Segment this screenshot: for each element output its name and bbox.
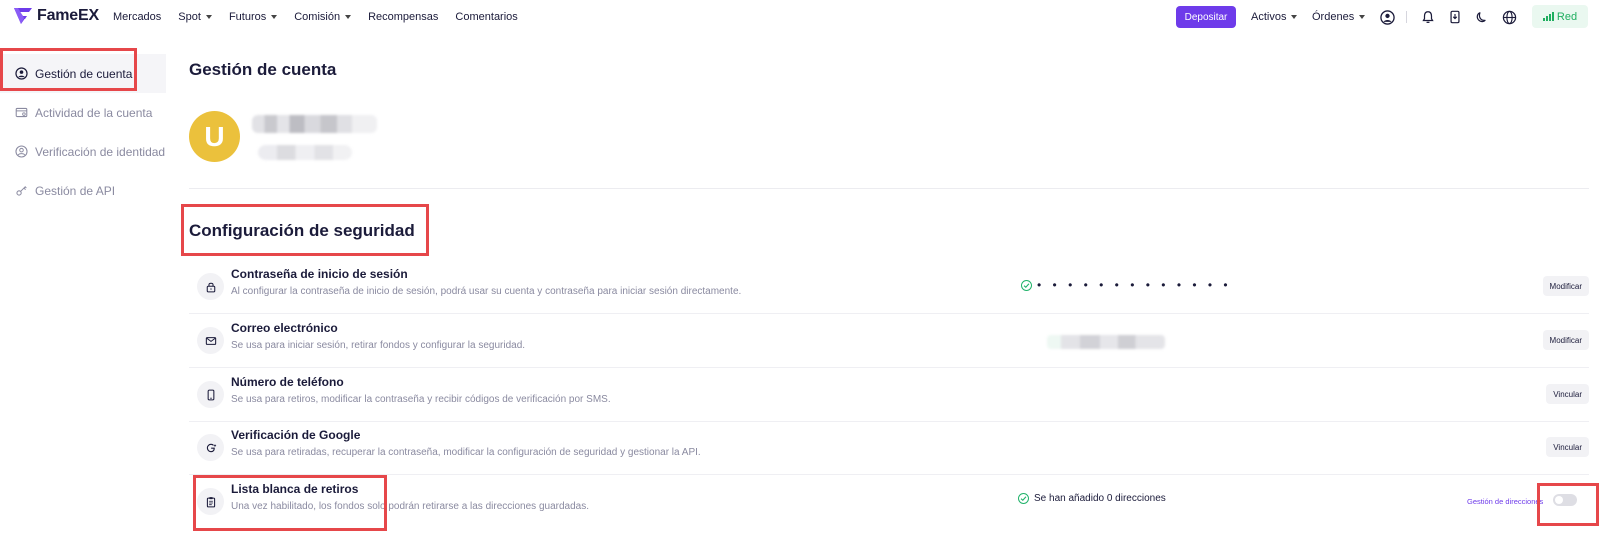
mail-icon: [197, 327, 224, 354]
row-description: Una vez habilitado, los fondos solo podr…: [231, 501, 589, 512]
sidebar-item-api-management[interactable]: Gestión de API: [0, 171, 166, 210]
caret-down-icon: [205, 15, 212, 19]
logo-text: FameEX: [37, 7, 99, 24]
sidebar: Gestión de cuenta Actividad de la cuenta…: [0, 54, 166, 210]
orders-label: Órdenes: [1312, 11, 1355, 23]
row-title: Número de teléfono: [231, 375, 344, 389]
nav-comision[interactable]: Comisión: [294, 11, 352, 23]
clipboard-icon: [197, 488, 224, 515]
redacted-uid: [258, 145, 352, 160]
security-row-email: Correo electrónico Se usa para iniciar s…: [189, 314, 1589, 368]
row-title: Verificación de Google: [231, 428, 361, 442]
user-profile-icon[interactable]: [1379, 9, 1395, 25]
security-row-google-auth: Verificación de Google Se usa para retir…: [189, 421, 1589, 475]
modify-email-button[interactable]: Modificar: [1542, 330, 1589, 350]
sidebar-item-label: Actividad de la cuenta: [35, 105, 153, 120]
nav-futuros[interactable]: Futuros: [228, 11, 278, 23]
row-description: Se usa para retiradas, recuperar la cont…: [231, 447, 701, 458]
google-icon: [197, 434, 224, 461]
caret-down-icon: [1359, 15, 1366, 19]
top-header: FameEX Mercados Spot Futuros Comisión Re…: [0, 0, 1600, 34]
row-title: Contraseña de inicio de sesión: [231, 267, 408, 281]
nav-comentarios[interactable]: Comentarios: [455, 11, 517, 23]
section-divider: [189, 188, 1589, 189]
network-label: Red: [1556, 10, 1578, 23]
assets-menu[interactable]: Activos: [1251, 0, 1298, 34]
moon-icon[interactable]: [1474, 9, 1490, 25]
nav-label: Futuros: [228, 11, 267, 23]
id-verify-icon: [15, 145, 28, 158]
nav-label: Recompensas: [368, 11, 439, 23]
main-nav: Mercados Spot Futuros Comisión Recompens…: [113, 0, 535, 34]
fameex-logo[interactable]: FameEX: [13, 6, 99, 26]
row-description: Se usa para iniciar sesión, retirar fond…: [231, 340, 526, 351]
lock-icon: [197, 273, 224, 300]
bell-icon[interactable]: [1420, 9, 1436, 25]
nav-spot[interactable]: Spot: [178, 11, 212, 23]
redacted-email: [1047, 335, 1165, 349]
download-app-icon[interactable]: [1447, 9, 1463, 25]
check-circle-icon: [1018, 493, 1029, 504]
network-status[interactable]: Red: [1532, 5, 1588, 28]
sidebar-item-account-activity[interactable]: Actividad de la cuenta: [0, 93, 166, 132]
globe-icon[interactable]: [1501, 9, 1517, 25]
nav-recompensas[interactable]: Recompensas: [368, 11, 438, 23]
check-circle-icon: [1021, 279, 1032, 291]
whitelist-toggle[interactable]: [1553, 494, 1577, 506]
modify-password-button[interactable]: Modificar: [1542, 276, 1589, 296]
sidebar-item-label: Verificación de identidad: [35, 144, 166, 159]
link-phone-button[interactable]: Vincular: [1546, 384, 1589, 404]
caret-down-icon: [1291, 15, 1298, 19]
password-mask: • • • • • • • • • • • • •: [1037, 278, 1232, 292]
nav-label: Spot: [178, 11, 201, 23]
sidebar-item-identity-verification[interactable]: Verificación de identidad: [0, 132, 166, 171]
row-title: Lista blanca de retiros: [231, 482, 359, 496]
api-key-icon: [15, 184, 28, 197]
page-title: Gestión de cuenta: [189, 60, 337, 79]
whitelist-status-text: Se han añadido 0 direcciones: [1034, 493, 1166, 504]
deposit-button[interactable]: Depositar: [1176, 6, 1236, 28]
phone-icon: [197, 381, 224, 408]
security-row-login-password: Contraseña de inicio de sesión Al config…: [189, 260, 1589, 314]
row-description: Al configurar la contraseña de inicio de…: [231, 286, 742, 297]
sidebar-item-label: Gestión de API: [35, 183, 116, 198]
address-management-link[interactable]: Gestión de direcciones: [1467, 497, 1543, 506]
activity-card-icon: [15, 106, 28, 119]
sidebar-item-label: Gestión de cuenta: [35, 66, 133, 81]
assets-label: Activos: [1251, 11, 1287, 23]
sidebar-item-account-management[interactable]: Gestión de cuenta: [0, 54, 166, 93]
password-status: • • • • • • • • • • • • •: [1021, 278, 1232, 292]
header-separator: [1406, 11, 1407, 23]
security-row-phone: Número de teléfono Se usa para retiros, …: [189, 368, 1589, 422]
caret-down-icon: [345, 15, 352, 19]
user-circle-icon: [15, 67, 28, 80]
link-google-button[interactable]: Vincular: [1546, 437, 1589, 457]
orders-menu[interactable]: Órdenes: [1312, 0, 1366, 34]
row-description: Se usa para retiros, modificar la contra…: [231, 394, 611, 405]
fameex-logo-icon: [14, 8, 32, 24]
nav-label: Comisión: [294, 11, 341, 23]
caret-down-icon: [271, 15, 278, 19]
nav-label: Mercados: [113, 11, 162, 23]
security-row-withdrawal-whitelist: Lista blanca de retiros Una vez habilita…: [189, 475, 1589, 529]
security-settings-title: Configuración de seguridad: [189, 221, 415, 240]
signal-bars-icon: [1542, 12, 1554, 21]
nav-label: Comentarios: [455, 11, 518, 23]
nav-mercados[interactable]: Mercados: [113, 11, 161, 23]
redacted-username: [252, 115, 377, 133]
avatar: U: [189, 111, 240, 162]
row-title: Correo electrónico: [231, 321, 338, 335]
whitelist-status: Se han añadido 0 direcciones: [1018, 493, 1166, 504]
